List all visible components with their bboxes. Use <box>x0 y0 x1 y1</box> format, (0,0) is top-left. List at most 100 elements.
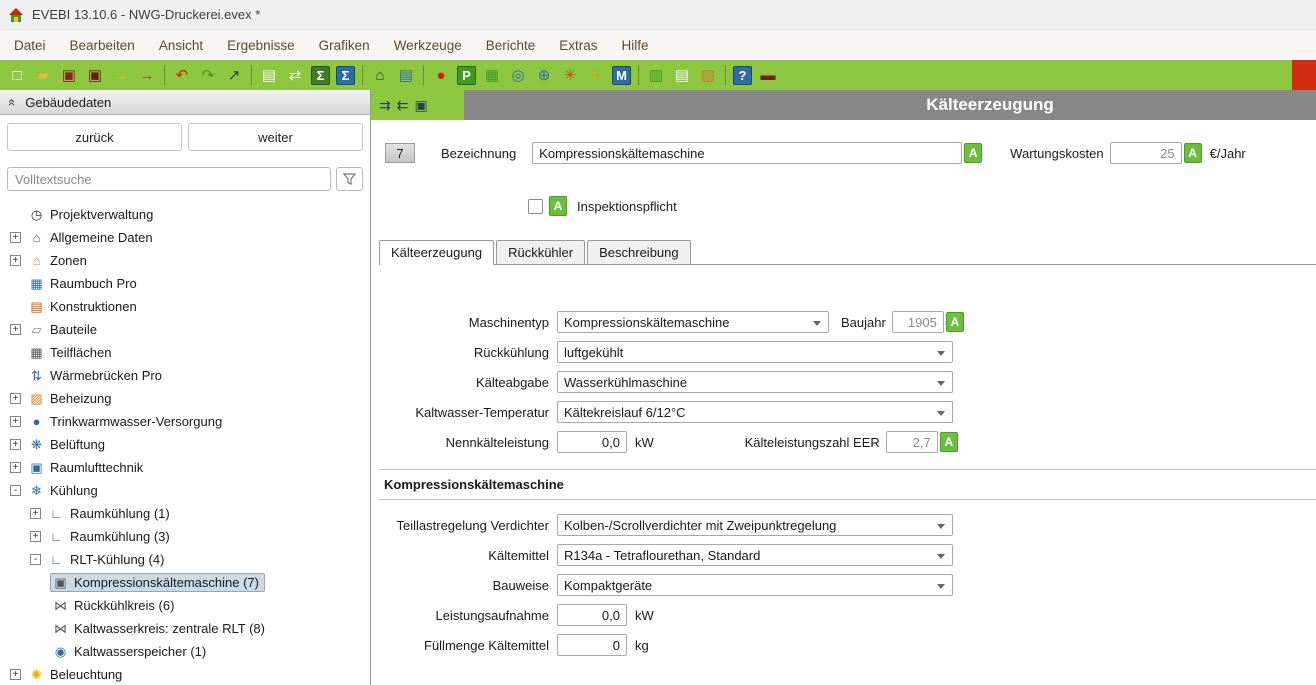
collapse-icon[interactable]: - <box>30 554 41 565</box>
tree-item[interactable]: ▤Konstruktionen <box>0 295 370 318</box>
plan-icon[interactable]: ▦ <box>479 63 505 87</box>
kaelteabgabe-select[interactable]: Wasserkühlmaschine <box>557 371 953 393</box>
globe-icon[interactable]: ⊕ <box>531 63 557 87</box>
expand-icon[interactable]: + <box>10 416 21 427</box>
kaltwasser-temperatur-select[interactable]: Kältekreislauf 6/12°C <box>557 401 953 423</box>
tab-kaelteerzeugung[interactable]: Kälteerzeugung <box>379 240 494 265</box>
expand-icon[interactable]: + <box>10 324 21 335</box>
collapse-panel-icon[interactable]: « <box>5 98 20 105</box>
new-file-icon[interactable]: □ <box>4 63 30 87</box>
tree-item-body[interactable]: ❋Belüftung <box>26 435 111 454</box>
tree-item[interactable]: + ▣Raumlufttechnik <box>0 456 370 479</box>
menu-datei[interactable]: Datei <box>2 33 58 58</box>
nennkaelteleistung-field[interactable]: 0,0 <box>557 431 627 453</box>
zoom-icon[interactable]: ◎ <box>505 63 531 87</box>
tree-item-body[interactable]: ⋈Kaltwasserkreis: zentrale RLT (8) <box>50 619 271 638</box>
filter-button[interactable] <box>336 167 363 191</box>
bezeichnung-auto-button[interactable]: A <box>964 143 982 163</box>
inspektionspflicht-auto-button[interactable]: A <box>549 196 567 216</box>
tree-item-body[interactable]: ❄Kühlung <box>26 481 104 500</box>
expand-icon[interactable]: + <box>10 462 21 473</box>
expand-icon[interactable]: + <box>10 232 21 243</box>
inspektionspflicht-checkbox[interactable] <box>528 199 543 214</box>
maschinentyp-select[interactable]: Kompressionskältemaschine <box>557 311 829 333</box>
tree-item-body[interactable]: ⋈Rückkühlkreis (6) <box>50 596 180 615</box>
tree-item-body[interactable]: ✺Beleuchtung <box>26 665 128 684</box>
tree-item[interactable]: + ∟Raumkühlung (3) <box>0 525 370 548</box>
expand-icon[interactable]: + <box>10 439 21 450</box>
menu-berichte[interactable]: Berichte <box>474 33 548 58</box>
tree-item[interactable]: + ✺Beleuchtung <box>0 663 370 685</box>
tree-item[interactable]: ▦Teilflächen <box>0 341 370 364</box>
tree-item-body[interactable]: ●Trinkwarmwasser-Versorgung <box>26 412 228 431</box>
tree-item[interactable]: ▦Raumbuch Pro <box>0 272 370 295</box>
tree-item-body[interactable]: ⌂Allgemeine Daten <box>26 228 159 247</box>
eer-field[interactable]: 2,7 <box>886 431 938 453</box>
tree-item[interactable]: ◉Kaltwasserspeicher (1) <box>0 640 370 663</box>
tree-item-selected[interactable]: ▣Kompressionskältemaschine (7) <box>50 573 265 592</box>
tree-item[interactable]: + ∟Raumkühlung (1) <box>0 502 370 525</box>
collapse-records-icon[interactable]: ⇇ <box>397 98 409 112</box>
menu-hilfe[interactable]: Hilfe <box>610 33 661 58</box>
expand-icon[interactable]: + <box>10 255 21 266</box>
fulltext-search-input[interactable] <box>7 167 331 191</box>
undo-icon[interactable]: ↶ <box>169 63 195 87</box>
baujahr-auto-button[interactable]: A <box>946 312 964 332</box>
goto-icon[interactable]: ↗ <box>221 63 247 87</box>
tree-item[interactable]: ▣Kompressionskältemaschine (7) <box>0 571 370 594</box>
menu-ergebnisse[interactable]: Ergebnisse <box>215 33 307 58</box>
tree-item[interactable]: -∟RLT-Kühlung (4) <box>0 548 370 571</box>
comment-icon[interactable]: ● <box>428 63 454 87</box>
tree-item[interactable]: + ⌂Zonen <box>0 249 370 272</box>
fuellmenge-field[interactable]: 0 <box>557 634 627 656</box>
save-as-icon[interactable]: ▣ <box>82 63 108 87</box>
tree-item[interactable]: -❄Kühlung <box>0 479 370 502</box>
tree-item-body[interactable]: ▨Beheizung <box>26 389 117 408</box>
tree-item-body[interactable]: ∟RLT-Kühlung (4) <box>46 550 170 569</box>
back-button[interactable]: zurück <box>7 123 182 151</box>
eer-auto-button[interactable]: A <box>940 432 958 452</box>
wartungskosten-field[interactable]: 25 <box>1110 142 1182 164</box>
tree-item[interactable]: ⇅Wärmebrücken Pro <box>0 364 370 387</box>
expand-icon[interactable]: + <box>30 531 41 542</box>
building-export-icon[interactable]: ⌂ <box>367 63 393 87</box>
photo-icon[interactable]: P <box>457 66 476 85</box>
open-folder-icon[interactable]: ▰ <box>30 63 56 87</box>
expand-records-icon[interactable]: ⇉ <box>379 98 391 112</box>
tab-beschreibung[interactable]: Beschreibung <box>587 240 691 264</box>
tree-item-body[interactable]: ▱Bauteile <box>26 320 103 339</box>
import-icon[interactable]: → <box>134 63 160 87</box>
tree-item-body[interactable]: ∟Raumkühlung (3) <box>46 527 176 546</box>
expand-icon[interactable]: + <box>10 669 21 680</box>
help-icon[interactable]: ? <box>733 66 752 85</box>
bauweise-select[interactable]: Kompaktgeräte <box>557 574 953 596</box>
expand-icon[interactable]: + <box>30 508 41 519</box>
tree-item[interactable]: + ●Trinkwarmwasser-Versorgung <box>0 410 370 433</box>
menu-extras[interactable]: Extras <box>547 33 609 58</box>
tree-item-body[interactable]: ▦Teilflächen <box>26 343 117 362</box>
book-icon[interactable]: ▬ <box>755 63 781 87</box>
next-button[interactable]: weiter <box>188 123 363 151</box>
expand-icon[interactable]: + <box>10 393 21 404</box>
tree-item[interactable]: + ▨Beheizung <box>0 387 370 410</box>
wartungskosten-auto-button[interactable]: A <box>1184 143 1202 163</box>
teillastregelung-select[interactable]: Kolben-/Scrollverdichter mit Zweipunktre… <box>557 514 953 536</box>
menu-grafiken[interactable]: Grafiken <box>307 33 382 58</box>
sun-icon[interactable]: ✳ <box>557 63 583 87</box>
certificate-icon[interactable]: ▧ <box>695 63 721 87</box>
compare-variants-icon[interactable]: ⇄ <box>282 63 308 87</box>
energy-icon[interactable]: ϟ <box>583 63 609 87</box>
export-icon[interactable]: → <box>108 63 134 87</box>
tree-item[interactable]: ⋈Kaltwasserkreis: zentrale RLT (8) <box>0 617 370 640</box>
collapse-icon[interactable]: - <box>10 485 21 496</box>
menu-ansicht[interactable]: Ansicht <box>147 33 215 58</box>
tree-item-body[interactable]: ∟Raumkühlung (1) <box>46 504 176 523</box>
copy-record-icon[interactable]: ▣ <box>414 98 427 112</box>
leistungsaufnahme-field[interactable]: 0,0 <box>557 604 627 626</box>
tree-item-body[interactable]: ⌂Zonen <box>26 251 93 270</box>
bezeichnung-field[interactable]: Kompressionskältemaschine <box>532 142 962 164</box>
tree-item[interactable]: + ❋Belüftung <box>0 433 370 456</box>
tree-item-body[interactable]: ▣Raumlufttechnik <box>26 458 149 477</box>
document-icon[interactable]: ▤ <box>669 63 695 87</box>
report-preview-icon[interactable]: ▤ <box>256 63 282 87</box>
